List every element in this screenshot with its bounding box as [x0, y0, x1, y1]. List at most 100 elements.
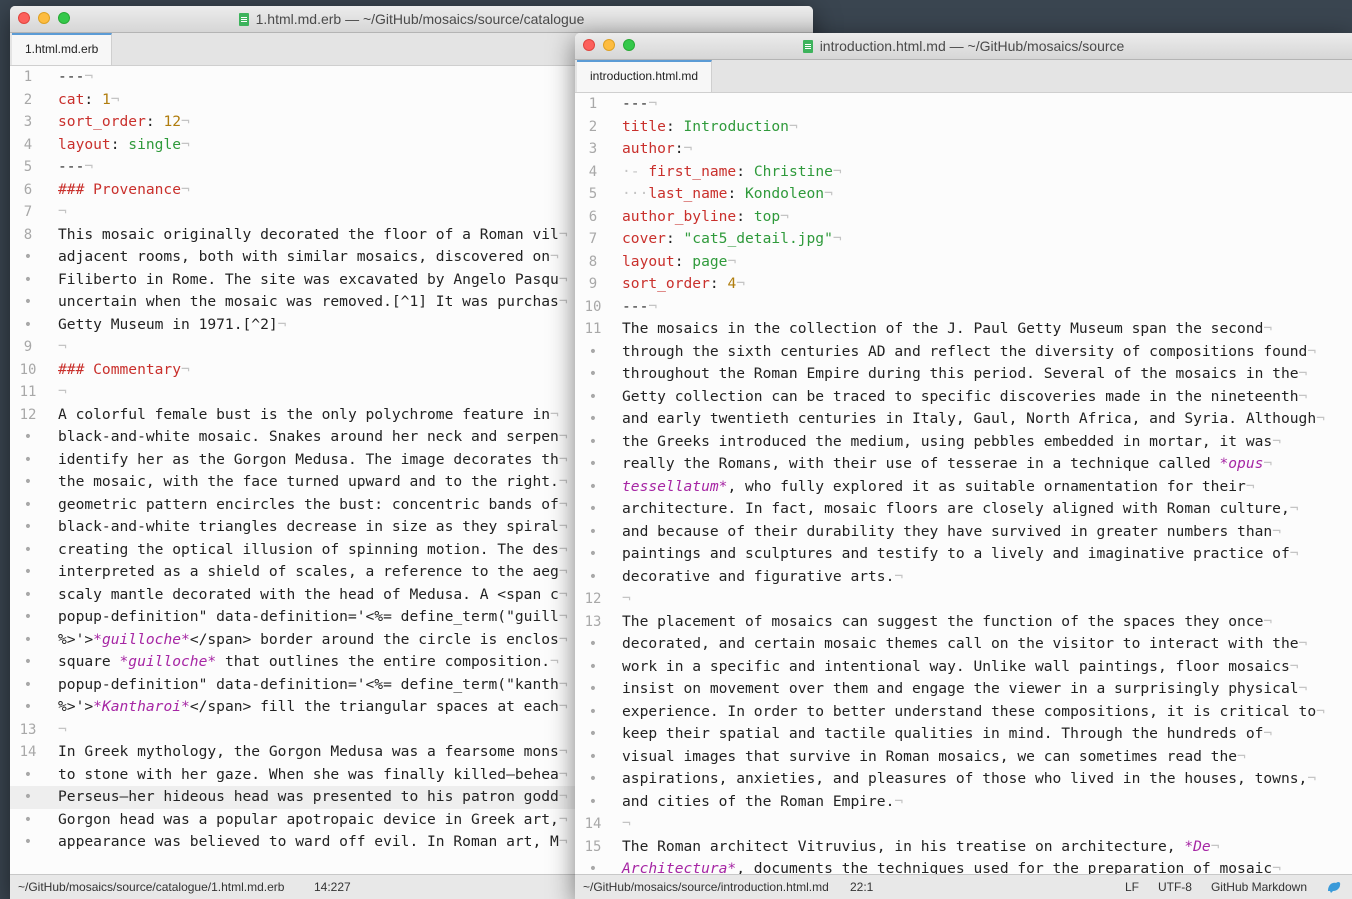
window-titlebar[interactable]: introduction.html.md — ~/GitHub/mosaics/… [575, 33, 1352, 60]
code-line: 2 title: Introduction¬ [575, 116, 1352, 139]
line-number: • [588, 726, 598, 742]
status-line-ending[interactable]: LF [1125, 875, 1139, 899]
line-text: Getty Museum in 1971.[^2]¬ [58, 314, 286, 337]
newline-marker: ¬ [558, 788, 568, 805]
line-number: • [23, 451, 33, 468]
tab-introduction-html-md[interactable]: introduction.html.md [577, 60, 713, 92]
line-text: Architectura*, documents the techniques … [622, 858, 1281, 875]
text-run: and cities of the Roman Empire. [622, 792, 895, 810]
status-encoding[interactable]: UTF-8 [1158, 875, 1192, 899]
line-text: the Greeks introduced the medium, using … [622, 431, 1281, 454]
squirrel-icon[interactable] [1326, 879, 1342, 895]
code-editor[interactable]: 1 ---¬ 2 title: Introduction¬ 3 author:¬ 4 ·- f… [575, 93, 1352, 875]
yaml-key: cat [58, 90, 85, 108]
code-line: 7 cover: "cat5_detail.jpg"¬ [575, 228, 1352, 251]
yaml-colon: : [736, 207, 754, 225]
status-cursor-position[interactable]: 14:227 [314, 875, 351, 899]
line-text: appearance was believed to ward off evil… [58, 831, 568, 854]
window-title-text: 1.html.md.erb — ~/GitHub/mosaics/source/… [255, 11, 585, 27]
text-run: square [58, 653, 120, 670]
yaml-colon: : [674, 140, 684, 157]
line-number: • [588, 411, 598, 427]
line-text: cover: "cat5_detail.jpg"¬ [622, 228, 842, 251]
line-number: • [588, 703, 598, 720]
line-text: Gorgon head was a popular apotropaic dev… [58, 809, 568, 832]
line-number: 11 [584, 321, 602, 337]
status-cursor-position[interactable]: 22:1 [850, 875, 873, 899]
line-text: black-and-white triangles decrease in si… [58, 516, 568, 539]
yaml-value: "cat5_detail.jpg" [683, 230, 833, 247]
line-text: ···last_name: Kondoleon¬ [622, 183, 833, 206]
line-text: experience. In order to better understan… [622, 701, 1325, 724]
window-titlebar[interactable]: 1.html.md.erb — ~/GitHub/mosaics/source/… [10, 6, 813, 33]
newline-marker: ¬ [558, 630, 568, 648]
text-run: popup-definition" data-definition='<%= d… [58, 608, 559, 625]
line-text: decorative and figurative arts.¬ [622, 566, 903, 589]
line-number: • [588, 456, 598, 472]
line-text: %>'>*guilloche*</span> border around the… [58, 629, 568, 652]
yaml-key: first_name [648, 162, 737, 180]
text-run: appearance was believed to ward off evil… [58, 833, 559, 850]
yaml-colon: : [674, 252, 693, 270]
newline-marker: ¬ [1298, 635, 1308, 652]
text-run: geometric pattern encircles the bust: co… [58, 495, 559, 513]
text-run: and because of their durability they hav… [622, 522, 1273, 540]
line-number: • [23, 609, 33, 625]
tab-1-html-md-erb[interactable]: 1.html.md.erb [12, 33, 113, 65]
newline-marker: ¬ [622, 590, 631, 607]
status-file-path[interactable]: ~/GitHub/mosaics/source/catalogue/1.html… [18, 875, 284, 899]
yaml-value: Christine [753, 162, 833, 180]
line-number: 14 [584, 816, 602, 832]
text-run: visual images that survive in Roman mosa… [622, 747, 1238, 765]
line-text: tessellatum*, who fully explored it as s… [622, 476, 1255, 499]
code-line: • architecture. In fact, mosaic floors ar… [575, 498, 1352, 521]
newline-marker: ¬ [58, 203, 67, 220]
line-text: scaly mantle decorated with the head of … [58, 584, 568, 607]
yaml-colon: : [736, 162, 754, 180]
newline-marker: ¬ [550, 248, 559, 265]
line-number: 10 [584, 298, 602, 315]
newline-marker: ¬ [558, 585, 568, 603]
line-number: • [23, 316, 33, 333]
line-number: 2 [23, 91, 33, 108]
line-text: insist on movement over them and engage … [622, 678, 1307, 701]
text-run: decorative and figurative arts. [622, 567, 895, 585]
yaml-key: layout [58, 135, 111, 153]
line-number: • [23, 811, 33, 828]
line-number: • [588, 793, 598, 810]
newline-marker: ¬ [558, 473, 568, 490]
line-text: ¬ [622, 813, 631, 836]
line-number: 1 [23, 69, 33, 85]
text-run: architecture. In fact, mosaic floors are… [622, 500, 1290, 517]
newline-marker: ¬ [1263, 725, 1273, 742]
code-line: • throughout the Roman Empire during this… [575, 363, 1352, 386]
status-grammar[interactable]: GitHub Markdown [1211, 875, 1307, 899]
code-line: • aspirations, anxieties, and pleasures o… [575, 768, 1352, 791]
line-text: work in a specific and intentional way. … [622, 656, 1299, 679]
line-number: • [23, 699, 33, 715]
text-run: scaly mantle decorated with the head of … [58, 585, 559, 603]
line-text: popup-definition" data-definition='<%= d… [58, 606, 568, 629]
line-text: square *guilloche* that outlines the ent… [58, 651, 559, 674]
newline-marker: ¬ [558, 698, 568, 715]
line-number: • [23, 249, 33, 265]
line-text: and because of their durability they hav… [622, 521, 1281, 544]
text-run: the mosaic, with the face turned upward … [58, 473, 559, 490]
line-number: • [588, 478, 598, 495]
text-run: Filiberto in Rome. The site was excavate… [58, 270, 559, 288]
code-line: • the Greeks introduced the medium, using… [575, 431, 1352, 454]
line-text: really the Romans, with their use of tes… [622, 453, 1272, 476]
line-text: ### Provenance¬ [58, 179, 190, 202]
line-text: sort_order: 12¬ [58, 111, 190, 134]
newline-marker: ¬ [84, 68, 94, 85]
newline-marker: ¬ [832, 162, 842, 180]
text-run: black-and-white triangles decrease in si… [58, 518, 559, 535]
line-text: ¬ [58, 201, 67, 224]
line-number: 12 [584, 591, 602, 607]
text-run: really the Romans, with their use of tes… [622, 455, 1220, 472]
text-run: --- [58, 158, 85, 175]
line-number: • [588, 343, 598, 360]
newline-marker: ¬ [1289, 500, 1299, 517]
emphasis-run: *De [1184, 837, 1211, 855]
status-file-path[interactable]: ~/GitHub/mosaics/source/introduction.htm… [583, 875, 829, 899]
